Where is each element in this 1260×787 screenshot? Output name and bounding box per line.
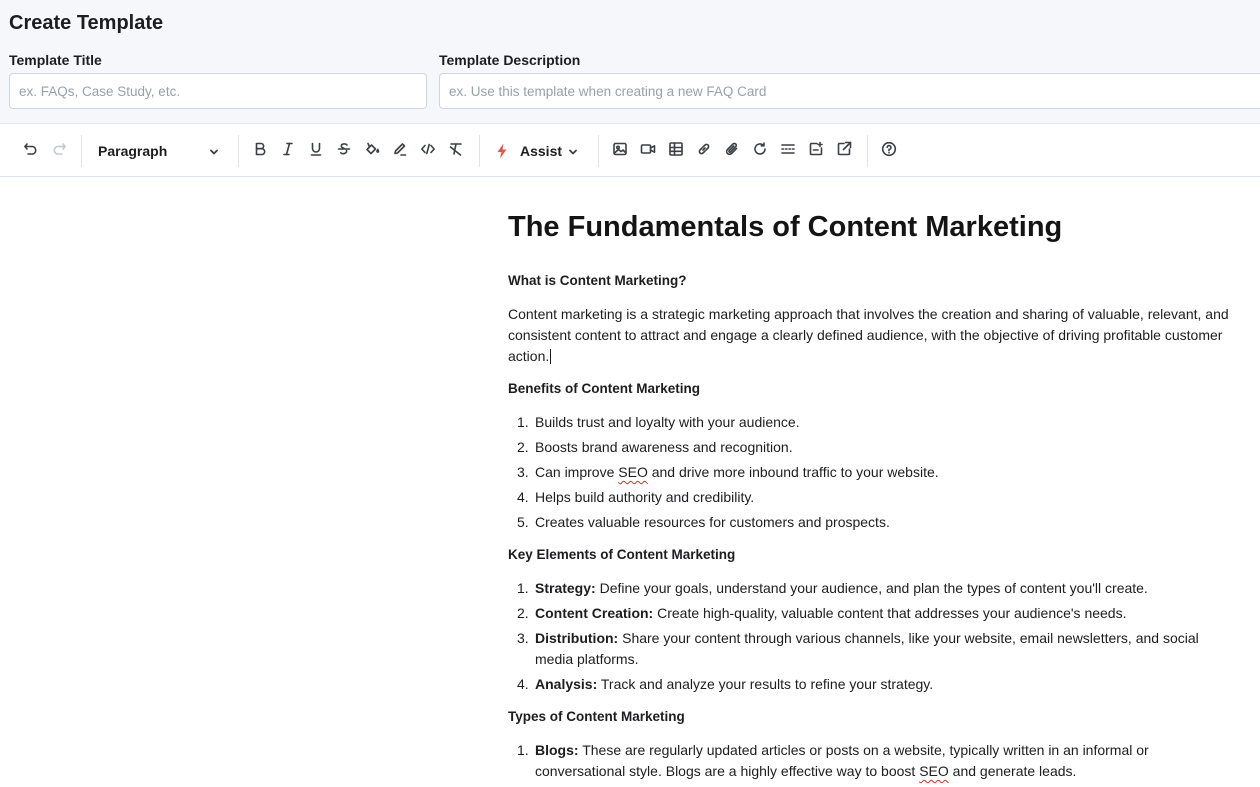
template-description-input[interactable] <box>439 73 1260 109</box>
list-item: 4. Analysis: Track and analyze your resul… <box>517 676 934 692</box>
list-item-text: Can improve SEO and drive more inbound t… <box>535 464 939 480</box>
paragraph-text: Content marketing is a strategic marketi… <box>508 306 1229 364</box>
undo-button[interactable] <box>19 139 43 163</box>
template-description-label: Template Description <box>439 52 581 68</box>
toolbar-divider <box>598 135 599 167</box>
list-item: 1. Blogs: These are regularly updated art… <box>517 742 1149 779</box>
template-title-input[interactable] <box>9 73 427 109</box>
chevron-down-icon <box>208 145 220 157</box>
key-elements-list: 1. Strategy: Define your goals, understan… <box>508 578 1238 695</box>
toolbar-divider <box>479 135 480 167</box>
list-item-text: Creates valuable resources for customers… <box>535 514 890 530</box>
list-item-term: Content Creation: <box>535 605 654 621</box>
section-heading: Benefits of Content Marketing <box>508 381 701 396</box>
list-item-text: Helps build authority and credibility. <box>535 489 755 505</box>
bold-button[interactable] <box>248 139 272 163</box>
spellcheck-word: SEO <box>618 464 648 480</box>
help-button[interactable] <box>877 139 901 163</box>
help-icon <box>881 141 897 162</box>
assist-dropdown[interactable]: Assist <box>496 138 584 164</box>
list-item-text: Define your goals, understand your audie… <box>595 580 1148 596</box>
external-edit-button[interactable] <box>832 139 856 163</box>
refresh-icon <box>752 141 768 162</box>
list-item: 3. Can improve SEO and drive more inbound… <box>517 464 939 480</box>
undo-icon <box>23 141 39 162</box>
page-title: Create Template <box>9 12 164 34</box>
list-item: 2. Content Creation: Create high-quality,… <box>517 605 1127 621</box>
video-icon <box>640 141 656 162</box>
insert-link-button[interactable] <box>692 139 716 163</box>
insert-divider-button[interactable] <box>776 139 800 163</box>
divider-icon <box>780 141 796 162</box>
template-header: Create Template Template Title Template … <box>0 0 1260 124</box>
toolbar-divider <box>238 135 239 167</box>
list-item-text: Track and analyze your results to refine… <box>597 676 934 692</box>
link-icon <box>696 141 712 162</box>
list-item: 1. Builds trust and loyalty with your aud… <box>517 414 800 430</box>
block-format-value: Paragraph <box>98 143 168 159</box>
redo-icon <box>51 141 67 162</box>
strikethrough-icon <box>336 141 352 162</box>
attach-file-button[interactable] <box>720 139 744 163</box>
list-item: 2. Boosts brand awareness and recognition… <box>517 439 793 455</box>
list-item-text: Create high-quality, valuable content th… <box>653 605 1127 621</box>
code-icon <box>420 141 436 162</box>
assist-label: Assist <box>520 143 563 159</box>
editor-toolbar: Paragraph Assist <box>0 125 1260 177</box>
section-heading: What is Content Marketing? <box>508 273 687 288</box>
highlight-color-button[interactable] <box>360 139 384 163</box>
bold-icon <box>252 141 268 162</box>
list-item-term: Distribution: <box>535 630 619 646</box>
list-item: 3. Distribution: Share your content throu… <box>517 630 1199 667</box>
redo-button[interactable] <box>47 139 71 163</box>
list-item-text: These are regularly updated articles or … <box>535 742 1149 779</box>
list-item: 4. Helps build authority and credibility. <box>517 489 755 505</box>
clear-format-button[interactable] <box>444 139 468 163</box>
insert-video-button[interactable] <box>636 139 660 163</box>
template-title-label: Template Title <box>9 52 102 68</box>
list-item: 5. Creates valuable resources for custome… <box>517 514 890 530</box>
pen-icon <box>392 141 408 162</box>
list-item-text: Builds trust and loyalty with your audie… <box>535 414 800 430</box>
insert-image-button[interactable] <box>608 139 632 163</box>
chevron-down-icon <box>567 145 579 157</box>
highlight-color-icon <box>364 141 380 162</box>
document-title: The Fundamentals of Content Marketing <box>508 211 1063 243</box>
spellcheck-word: SEO <box>919 763 949 779</box>
image-icon <box>612 141 628 162</box>
editor-content[interactable]: The Fundamentals of Content Marketing Wh… <box>508 208 1238 787</box>
section-heading: Types of Content Marketing <box>508 709 685 724</box>
toolbar-divider <box>867 135 868 167</box>
section-heading: Key Elements of Content Marketing <box>508 547 736 562</box>
italic-icon <box>280 141 296 162</box>
toolbar-divider <box>81 135 82 167</box>
content-types-list: 1. Blogs: These are regularly updated art… <box>508 740 1238 782</box>
text-cursor <box>550 349 552 364</box>
list-item-term: Strategy: <box>535 580 596 596</box>
list-item: 1. Strategy: Define your goals, understan… <box>517 580 1148 596</box>
benefits-list: 1. Builds trust and loyalty with your aud… <box>508 412 1238 533</box>
assist-bolt-icon <box>496 143 508 159</box>
underline-button[interactable] <box>304 139 328 163</box>
block-format-dropdown[interactable]: Paragraph <box>98 138 222 164</box>
refresh-button[interactable] <box>748 139 772 163</box>
strikethrough-button[interactable] <box>332 139 356 163</box>
attachment-icon <box>724 141 740 162</box>
pen-button[interactable] <box>388 139 412 163</box>
code-button[interactable] <box>416 139 440 163</box>
list-item-term: Blogs: <box>535 742 579 758</box>
table-icon <box>668 141 684 162</box>
italic-button[interactable] <box>276 139 300 163</box>
paragraph: Content marketing is a strategic marketi… <box>508 304 1238 367</box>
list-item-text: Share your content through various chann… <box>535 630 1199 667</box>
clear-format-icon <box>448 141 464 162</box>
insert-snippet-button[interactable] <box>804 139 828 163</box>
insert-table-button[interactable] <box>664 139 688 163</box>
underline-icon <box>308 141 324 162</box>
list-item-text: Boosts brand awareness and recognition. <box>535 439 793 455</box>
list-item-term: Analysis: <box>535 676 598 692</box>
external-edit-icon <box>836 141 852 162</box>
insert-snippet-icon <box>808 141 824 162</box>
